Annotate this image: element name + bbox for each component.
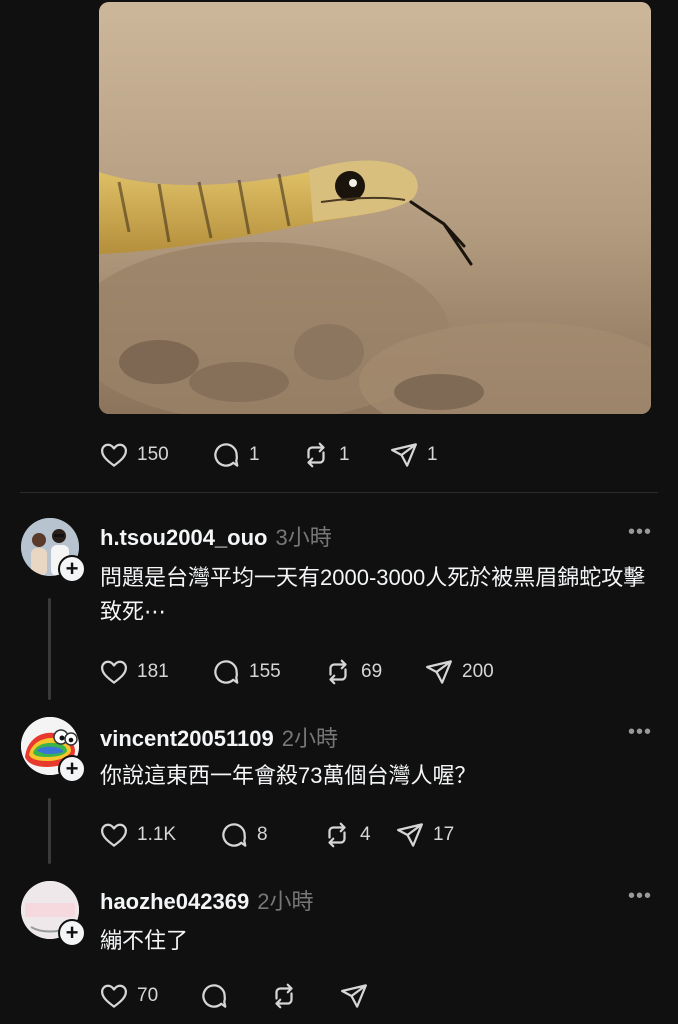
- share-icon: [395, 820, 425, 850]
- reply-text: 繃不住了: [100, 928, 189, 953]
- repost-icon: [301, 440, 331, 470]
- like-count: 70: [137, 985, 159, 1006]
- comment-count: 1: [249, 444, 260, 465]
- comment-icon: [211, 657, 241, 687]
- repost-button[interactable]: 4: [322, 820, 395, 850]
- like-count: 181: [137, 661, 169, 682]
- share-button[interactable]: 17: [395, 820, 454, 850]
- like-button[interactable]: 70: [99, 981, 199, 1011]
- share-button[interactable]: [339, 981, 369, 1011]
- like-count: 150: [137, 444, 169, 465]
- comment-icon: [199, 981, 229, 1011]
- repost-button[interactable]: 69: [323, 657, 424, 687]
- reply-username[interactable]: h.tsou2004_ouo 3小時: [100, 520, 332, 552]
- heart-icon: [99, 820, 129, 850]
- username-text: vincent20051109: [100, 726, 274, 751]
- share-button[interactable]: 200: [424, 657, 494, 687]
- like-button[interactable]: 150: [99, 440, 211, 470]
- share-icon: [389, 440, 419, 470]
- comment-button[interactable]: 1: [211, 440, 301, 470]
- repost-icon: [269, 981, 299, 1011]
- reply-time: 2小時: [281, 726, 338, 751]
- follow-button[interactable]: +: [58, 755, 86, 783]
- heart-icon: [99, 981, 129, 1011]
- username-text: haozhe042369: [100, 889, 250, 914]
- like-button[interactable]: 1.1K: [99, 820, 219, 850]
- like-button[interactable]: 181: [99, 657, 211, 687]
- follow-button[interactable]: +: [58, 919, 86, 947]
- comment-count: 155: [249, 661, 281, 682]
- reply-time: 2小時: [257, 889, 314, 914]
- post-actions: 150 1 1 1: [99, 439, 438, 471]
- share-button[interactable]: 1: [389, 440, 438, 470]
- reply-actions: 70: [99, 980, 369, 1012]
- more-options-icon[interactable]: •••: [628, 721, 652, 744]
- reply-time: 3小時: [275, 525, 332, 550]
- post-image[interactable]: [99, 2, 651, 414]
- more-options-icon[interactable]: •••: [628, 885, 652, 908]
- username-text: h.tsou2004_ouo: [100, 525, 268, 550]
- heart-icon: [99, 440, 129, 470]
- comment-button[interactable]: 155: [211, 657, 323, 687]
- share-icon: [339, 981, 369, 1011]
- like-count: 1.1K: [137, 824, 177, 845]
- divider: [20, 492, 658, 493]
- reply-actions: 1.1K 8 4 17: [99, 819, 454, 851]
- share-count: 1: [427, 444, 438, 465]
- comment-button[interactable]: [199, 981, 269, 1011]
- heart-icon: [99, 657, 129, 687]
- repost-count: 4: [360, 824, 371, 845]
- share-icon: [424, 657, 454, 687]
- repost-button[interactable]: [269, 981, 339, 1011]
- follow-button[interactable]: +: [58, 555, 86, 583]
- more-options-icon[interactable]: •••: [628, 521, 652, 544]
- comment-count: 8: [257, 824, 268, 845]
- comment-button[interactable]: 8: [219, 820, 322, 850]
- repost-count: 69: [361, 661, 383, 682]
- comment-icon: [211, 440, 241, 470]
- reply-text: 你說這東西一年會殺73萬個台灣人喔？: [100, 763, 477, 788]
- thread-line: [48, 798, 51, 864]
- reply-username[interactable]: haozhe042369 2小時: [100, 884, 313, 916]
- snake-photo: [99, 2, 651, 414]
- reply-text: 問題是台灣平均一天有2000-3000人死於被黑眉錦蛇攻擊致死⋯: [100, 565, 646, 624]
- repost-icon: [322, 820, 352, 850]
- share-count: 200: [462, 661, 494, 682]
- reply-username[interactable]: vincent20051109 2小時: [100, 721, 338, 753]
- repost-button[interactable]: 1: [301, 440, 389, 470]
- share-count: 17: [433, 824, 455, 845]
- repost-icon: [323, 657, 353, 687]
- comment-icon: [219, 820, 249, 850]
- repost-count: 1: [339, 444, 350, 465]
- reply-actions: 181 155 69 200: [99, 656, 494, 688]
- thread-line: [48, 598, 51, 700]
